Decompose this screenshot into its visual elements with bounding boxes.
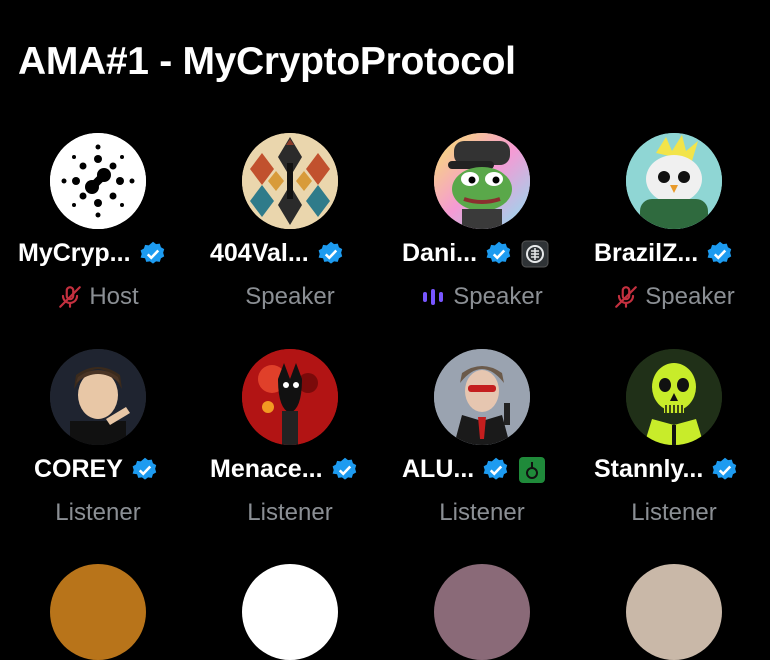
participants-grid: MyCryp... Host 404Val... Speaker Dani...… [0, 0, 770, 660]
participant-name: 404Val... [210, 239, 309, 267]
participant-card[interactable]: MyCryp... Host [2, 133, 194, 333]
verified-badge-icon [318, 241, 342, 264]
participant-card[interactable]: ALU... Listener [386, 349, 578, 549]
participant-name: BrazilZ... [594, 239, 699, 267]
participant-card[interactable]: Menace... Listener [194, 349, 386, 549]
affiliate-badge-icon[interactable] [521, 240, 549, 268]
suit-man-avatar-icon [434, 349, 530, 445]
participant-card[interactable]: 404Val... Speaker [194, 133, 386, 333]
verified-badge-icon [712, 457, 737, 480]
mycrypto-logo-icon [50, 133, 146, 229]
verified-badge-icon [332, 457, 356, 480]
demon-avatar-icon [242, 349, 338, 445]
avatar[interactable] [50, 349, 146, 445]
avatar[interactable] [434, 133, 530, 229]
participant-role: Speaker [453, 283, 543, 310]
participant-role: Speaker [645, 283, 735, 310]
anime-boy-avatar-icon [50, 349, 146, 445]
green-affiliate-badge-icon[interactable] [518, 456, 546, 484]
verified-badge-icon [486, 241, 511, 264]
avatar[interactable] [626, 133, 722, 229]
participant-role: Listener [439, 499, 525, 526]
verified-badge-icon [483, 457, 508, 480]
participant-name: ALU... [402, 455, 475, 483]
avatar[interactable] [626, 564, 722, 660]
avatar[interactable] [242, 349, 338, 445]
participant-card[interactable]: Dani... Speaker [386, 133, 578, 333]
avatar[interactable] [50, 133, 146, 229]
avatar[interactable] [242, 564, 338, 660]
pattern-avatar-icon [242, 133, 338, 229]
avatar[interactable] [434, 349, 530, 445]
participant-role: Listener [631, 499, 717, 526]
muted-mic-icon [613, 284, 639, 310]
participant-name: Menace... [210, 455, 323, 483]
participant-name: MyCryp... [18, 239, 131, 267]
participant-role: Host [89, 283, 139, 310]
penguin-avatar-icon [626, 133, 722, 229]
participant-name: Stannly... [594, 455, 704, 483]
skull-avatar-icon [626, 349, 722, 445]
avatar[interactable] [434, 564, 530, 660]
avatar[interactable] [50, 564, 146, 660]
speaking-bars-icon [421, 287, 447, 307]
pepe-avatar-icon [434, 133, 530, 229]
verified-badge-icon [707, 241, 732, 264]
muted-mic-icon [57, 284, 83, 310]
participant-card[interactable]: Stannly... Listener [578, 349, 770, 549]
participant-name: COREY [34, 455, 123, 483]
participant-role: Listener [247, 499, 333, 526]
verified-badge-icon [132, 457, 157, 480]
participant-card[interactable]: BrazilZ... Speaker [578, 133, 770, 333]
participant-name: Dani... [402, 239, 478, 267]
avatar[interactable] [242, 133, 338, 229]
avatar[interactable] [626, 349, 722, 445]
participant-role: Listener [55, 499, 141, 526]
participant-card[interactable]: COREY Listener [2, 349, 194, 549]
participant-role: Speaker [245, 283, 335, 310]
verified-badge-icon [140, 241, 164, 264]
